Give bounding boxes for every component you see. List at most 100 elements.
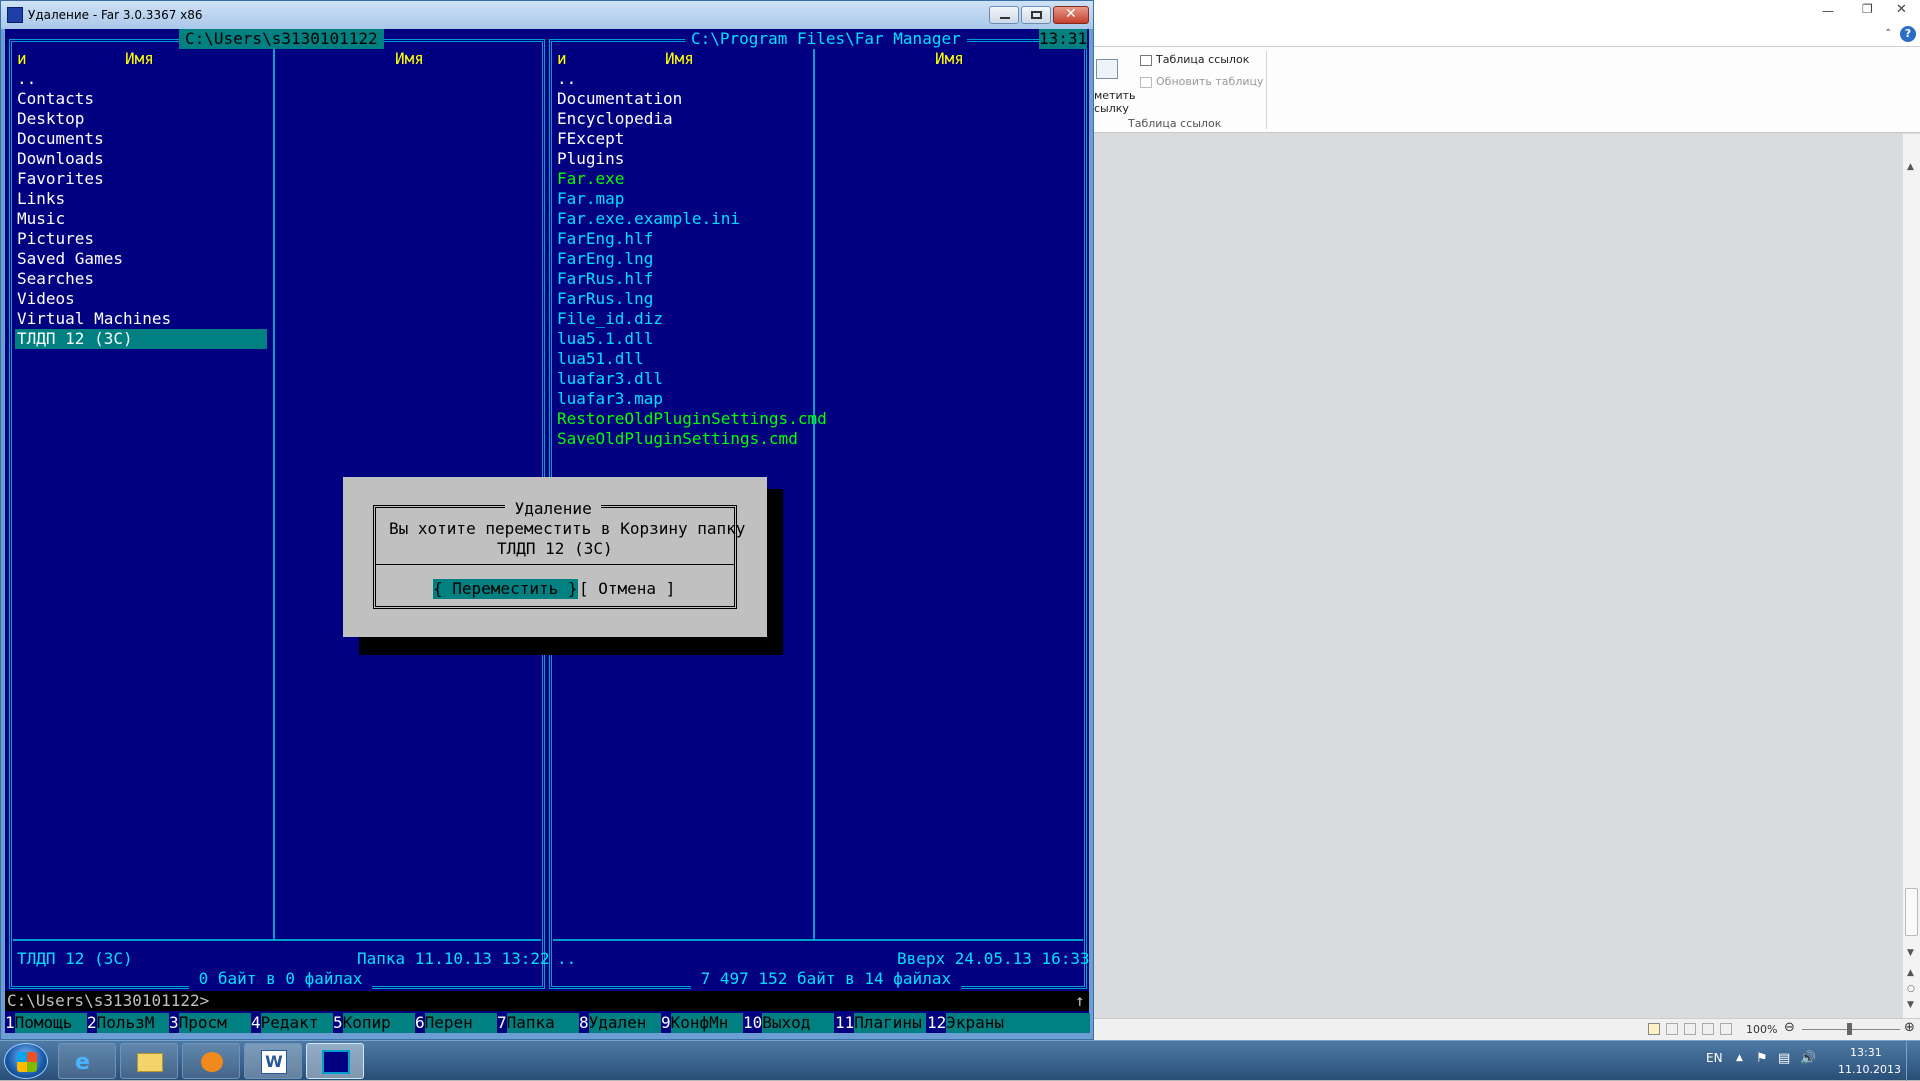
right-list-item[interactable]: luafar3.map — [555, 389, 1075, 409]
left-list-item[interactable]: Music — [15, 209, 271, 229]
fkey-8[interactable]: 8Удален — [579, 1013, 661, 1033]
left-panel-path[interactable]: C:\Users\s3130101122 — [179, 29, 384, 49]
clock-date[interactable]: 11.10.2013 — [1838, 1063, 1901, 1076]
action-center-icon[interactable]: ⚑ — [1756, 1051, 1768, 1066]
left-list-item[interactable]: Favorites — [15, 169, 271, 189]
word-ribbon: метить сылку Таблица ссылок Обновить таб… — [1094, 47, 1920, 133]
volume-icon[interactable]: 🔊 — [1800, 1051, 1816, 1066]
prev-page-icon[interactable]: ▲ — [1907, 968, 1914, 978]
network-icon[interactable]: ▤ — [1778, 1051, 1790, 1066]
word-minimize-button[interactable]: — — [1822, 4, 1834, 18]
left-list-item[interactable]: Videos — [15, 289, 271, 309]
scroll-thumb[interactable] — [1905, 888, 1918, 936]
zoom-out-icon[interactable]: ⊖ — [1784, 1020, 1795, 1035]
fkey-7[interactable]: 7Папка — [497, 1013, 579, 1033]
right-list-item[interactable]: luafar3.dll — [555, 369, 1075, 389]
word-restore-button[interactable]: ❐ — [1862, 2, 1873, 16]
right-list-item[interactable]: FarRus.hlf — [555, 269, 1075, 289]
right-list-item[interactable]: FarEng.lng — [555, 249, 1075, 269]
right-list-item[interactable]: Far.exe — [555, 169, 1075, 189]
right-panel-path[interactable]: C:\Program Files\Far Manager — [685, 29, 967, 49]
command-line-bar[interactable]: C:\Users\s3130101122> ↑ — [5, 991, 1089, 1011]
view-outline-icon[interactable] — [1702, 1023, 1714, 1035]
cancel-button[interactable]: [ Отмена ] — [579, 579, 675, 599]
right-list-item[interactable]: lua5.1.dll — [555, 329, 1075, 349]
fkey-5[interactable]: 5Копир — [333, 1013, 415, 1033]
right-list-item[interactable]: lua51.dll — [555, 349, 1075, 369]
taskbar-explorer-button[interactable] — [120, 1043, 178, 1079]
right-list-item[interactable]: RestoreOldPluginSettings.cmd — [555, 409, 1075, 429]
help-icon[interactable]: ? — [1900, 26, 1916, 42]
left-list-item[interactable]: Documents — [15, 129, 271, 149]
word-titlebar: — ❐ ✕ ⌃ ? — [1094, 0, 1920, 47]
right-list-item[interactable]: .. — [555, 69, 1075, 89]
right-list-item[interactable]: SaveOldPluginSettings.cmd — [555, 429, 1075, 449]
left-list-item[interactable]: Searches — [15, 269, 271, 289]
fkey-6[interactable]: 6Перен — [415, 1013, 497, 1033]
taskbar-ie-button[interactable]: e — [58, 1043, 116, 1079]
left-list-item[interactable]: .. — [15, 69, 271, 89]
right-list-item[interactable]: FarEng.hlf — [555, 229, 1075, 249]
left-list-item[interactable]: Contacts — [15, 89, 271, 109]
left-list-item[interactable]: Links — [15, 189, 271, 209]
zoom-level[interactable]: 100% — [1746, 1023, 1777, 1036]
left-list-item[interactable]: Downloads — [15, 149, 271, 169]
scroll-down-icon[interactable]: ▼ — [1907, 948, 1914, 958]
fkey-4[interactable]: 4Редакт — [251, 1013, 333, 1033]
right-list-item[interactable]: Documentation — [555, 89, 1075, 109]
far-minimize-button[interactable] — [989, 6, 1019, 24]
show-desktop-button[interactable] — [1906, 1041, 1920, 1081]
fkey-11[interactable]: 11Плагины — [835, 1013, 927, 1033]
left-list-item[interactable]: Desktop — [15, 109, 271, 129]
taskbar-media-button[interactable] — [182, 1043, 240, 1079]
show-hidden-icons-icon[interactable]: ▲ — [1736, 1053, 1743, 1063]
right-list-item[interactable]: File_id.diz — [555, 309, 1075, 329]
right-file-list[interactable]: .. Documentation Encyclopedia FExcept Plugin… — [555, 69, 1075, 449]
table-of-figures-button[interactable]: Таблица ссылок — [1140, 53, 1249, 69]
right-list-item[interactable]: Far.map — [555, 189, 1075, 209]
update-table-button[interactable]: Обновить таблицу — [1140, 75, 1264, 91]
command-line[interactable]: C:\Users\s3130101122> — [7, 991, 209, 1011]
right-list-item[interactable]: Plugins — [555, 149, 1075, 169]
taskbar-far-button[interactable] — [306, 1043, 364, 1079]
vertical-scrollbar[interactable]: ▲ ▼ ▲ ○ ▼ — [1902, 134, 1920, 1018]
next-page-icon[interactable]: ▼ — [1907, 1000, 1914, 1010]
ribbon-collapse-icon[interactable]: ⌃ — [1884, 28, 1892, 39]
fkey-2[interactable]: 2ПользМ — [87, 1013, 169, 1033]
left-list-item[interactable]: Pictures — [15, 229, 271, 249]
zoom-in-icon[interactable]: ⊕ — [1904, 1020, 1915, 1035]
taskbar-word-button[interactable]: W — [244, 1043, 302, 1079]
fkey-3[interactable]: 3Просм — [169, 1013, 251, 1033]
view-print-layout-icon[interactable] — [1648, 1023, 1660, 1035]
move-to-recycle-button[interactable]: { Переместить } — [433, 579, 578, 599]
far-close-button[interactable]: ✕ — [1053, 6, 1089, 24]
start-button[interactable] — [4, 1043, 48, 1079]
view-read-icon[interactable] — [1666, 1023, 1678, 1035]
right-list-item[interactable]: Encyclopedia — [555, 109, 1075, 129]
left-list-item[interactable]: Saved Games — [15, 249, 271, 269]
fkey-10[interactable]: 10Выход — [743, 1013, 835, 1033]
right-list-item[interactable]: FarRus.lng — [555, 289, 1075, 309]
far-window: Удаление - Far 3.0.3367 x86 ✕ C:\Users\s… — [0, 0, 1094, 1040]
fkey-1[interactable]: 1Помощь — [5, 1013, 87, 1033]
insert-crossref-icon[interactable] — [1096, 59, 1118, 79]
scroll-up-icon[interactable]: ▲ — [1907, 162, 1914, 172]
far-titlebar[interactable]: Удаление - Far 3.0.3367 x86 ✕ — [1, 1, 1093, 29]
zoom-slider-thumb[interactable] — [1847, 1023, 1852, 1035]
language-indicator[interactable]: EN — [1706, 1051, 1723, 1065]
left-file-list[interactable]: .. Contacts Desktop Documents Downloads Favor… — [15, 69, 271, 349]
right-list-item[interactable]: FExcept — [555, 129, 1075, 149]
view-web-icon[interactable] — [1684, 1023, 1696, 1035]
left-col2-header-name: Имя — [395, 49, 424, 68]
left-panel-column-divider — [273, 43, 275, 939]
fkey-12[interactable]: 12Экраны — [927, 1013, 1091, 1033]
browse-object-icon[interactable]: ○ — [1907, 984, 1915, 994]
left-list-item[interactable]: ТЛДП 12 (3С) — [15, 329, 267, 349]
far-maximize-button[interactable] — [1021, 6, 1051, 24]
word-close-button[interactable]: ✕ — [1896, 2, 1907, 17]
view-draft-icon[interactable] — [1720, 1023, 1732, 1035]
fkey-9[interactable]: 9КонфМн — [661, 1013, 743, 1033]
left-list-item[interactable]: Virtual Machines — [15, 309, 271, 329]
right-list-item[interactable]: Far.exe.example.ini — [555, 209, 1075, 229]
clock-time[interactable]: 13:31 — [1850, 1046, 1882, 1059]
